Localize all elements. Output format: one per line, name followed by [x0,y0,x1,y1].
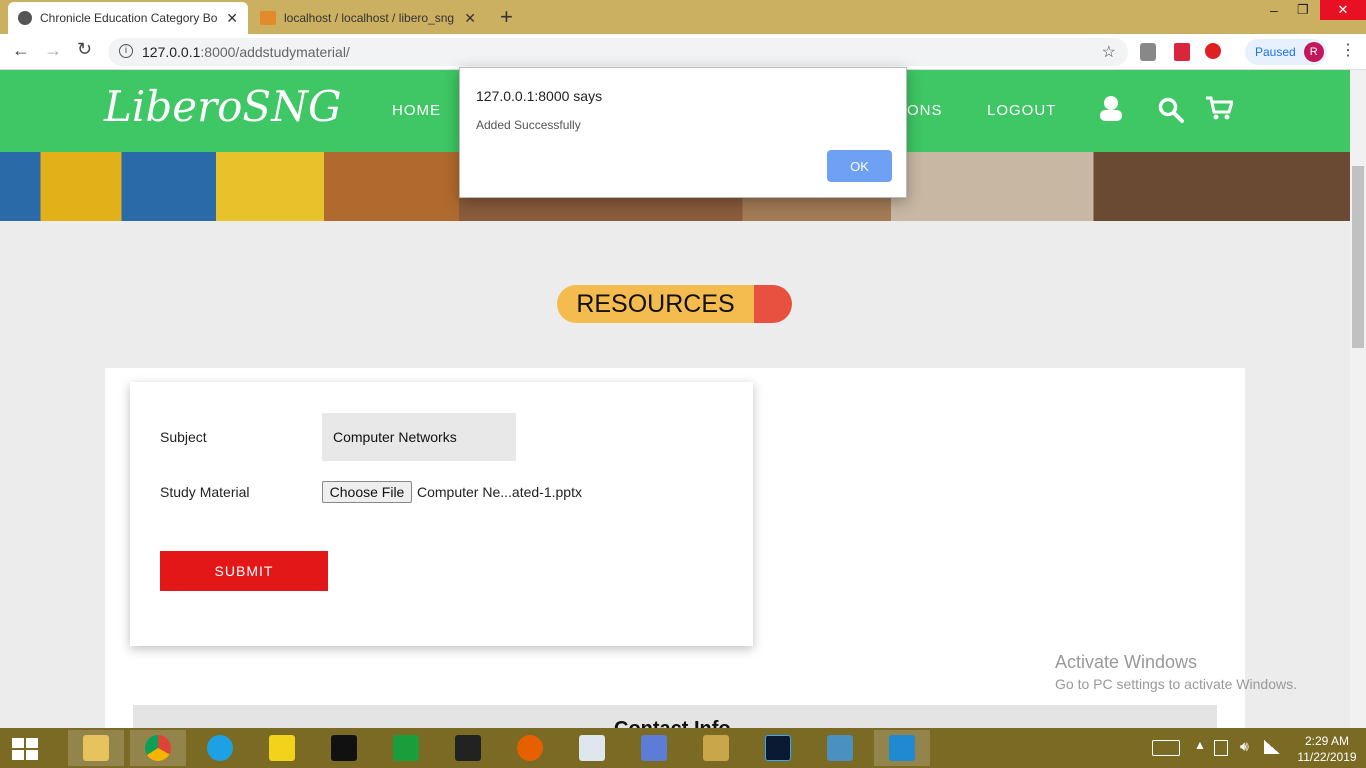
extension-icon[interactable] [1140,43,1156,61]
tab-title: localhost / localhost / libero_sng [284,11,455,25]
clock-date: 11/22/2019 [1297,750,1357,764]
ok-button[interactable]: OK [827,150,892,182]
vscode-icon [889,735,915,761]
taskbar-ie[interactable] [192,730,248,766]
app4-icon [703,735,729,761]
pma-icon [260,11,276,25]
taskbar-chrome[interactable] [130,730,186,766]
firefox-icon [517,735,543,761]
app2-icon [579,735,605,761]
study-material-label: Study Material [160,484,250,500]
photos-icon [827,735,853,761]
store-icon [393,735,419,761]
tab-phpmyadmin[interactable]: localhost / localhost / libero_sng ✕ [250,2,486,34]
minimize-button[interactable]: – [1270,2,1278,18]
selected-file-name: Computer Ne...ated-1.pptx [417,484,582,500]
pdf-extension-icon[interactable] [1174,43,1190,61]
pdf-tool-icon[interactable] [1205,43,1221,59]
new-tab-button[interactable]: + [500,4,513,30]
dialog-message: Added Successfully [476,118,581,132]
taskbar-photoshop[interactable] [750,730,806,766]
nav-logout[interactable]: LOGOUT [987,102,1056,119]
dialog-title: 127.0.0.1:8000 says [476,88,603,104]
url-path: :8000/addstudymaterial/ [200,44,350,60]
forward-icon[interactable]: → [44,40,62,61]
system-clock[interactable]: 2:29 AM 11/22/2019 [1292,733,1362,765]
battery-icon[interactable] [1214,740,1228,756]
close-window-button[interactable]: ✕ [1320,0,1366,20]
pill-accent [754,285,792,323]
section-title: RESOURCES [557,285,754,323]
address-bar[interactable]: i 127.0.0.1:8000/addstudymaterial/ ☆ [108,38,1128,66]
activate-windows-title: Activate Windows [1055,652,1198,672]
choose-file-button[interactable]: Choose File [322,481,412,503]
ie-icon [207,735,233,761]
taskbar-nfs[interactable] [440,730,496,766]
browser-tab-bar: Chronicle Education Category Bo ✕ localh… [0,0,1366,34]
tab-title: Chronicle Education Category Bo [40,11,218,25]
submit-button[interactable]: SUBMIT [160,551,328,591]
globe-icon [18,11,32,25]
browser-toolbar: ← → ↻ i 127.0.0.1:8000/addstudymaterial/… [0,34,1366,70]
taskbar-vscode[interactable] [874,730,930,766]
user-icon[interactable] [1099,95,1123,121]
taskbar-app[interactable] [254,730,310,766]
bookmark-star-icon[interactable]: ☆ [1102,42,1116,62]
nav-home[interactable]: HOME [392,102,441,119]
scrollbar-thumb[interactable] [1352,166,1364,348]
tray-chevron-icon[interactable]: ▲ [1194,738,1206,752]
contact-title: Contact Info [614,718,731,728]
search-icon[interactable] [1158,97,1184,123]
cart-icon[interactable] [1205,96,1233,120]
nav-partial-item[interactable]: ONS [907,102,943,119]
network-icon[interactable] [1264,740,1280,754]
cmd-icon [331,735,357,761]
chrome-icon [145,735,171,761]
nfs-icon [455,735,481,761]
activate-windows-subtitle: Go to PC settings to activate Windows. [1055,676,1297,692]
subject-select[interactable]: Computer Networks [322,413,516,461]
reload-icon[interactable]: ↻ [77,39,92,60]
windows-start-icon[interactable] [12,738,38,760]
photoshop-icon [765,735,791,761]
keyboard-icon[interactable] [1152,740,1180,756]
file-explorer-icon [83,735,109,761]
taskbar-app4[interactable] [688,730,744,766]
taskbar-firefox[interactable] [502,730,558,766]
tab-chronicle[interactable]: Chronicle Education Category Bo ✕ [8,2,248,34]
profile-status: Paused [1255,45,1296,59]
taskbar-file-explorer[interactable] [68,730,124,766]
subject-label: Subject [160,429,207,445]
menu-icon[interactable]: ⋮ [1340,40,1356,60]
taskbar-app3[interactable] [626,730,682,766]
taskbar-store[interactable] [378,730,434,766]
site-logo[interactable]: LiberoSNG [104,82,342,131]
clock-time: 2:29 AM [1304,734,1350,748]
alert-dialog: 127.0.0.1:8000 says Added Successfully O… [459,67,907,198]
restore-button[interactable]: ❐ [1297,2,1309,18]
taskbar-app2[interactable] [564,730,620,766]
volume-icon[interactable]: 🔊︎ [1240,738,1249,755]
windows-taskbar: ▲ 🔊︎ 2:29 AM 11/22/2019 [0,728,1366,768]
avatar: R [1303,42,1324,62]
close-tab-icon[interactable]: ✕ [226,10,238,27]
close-tab-icon[interactable]: ✕ [464,10,476,27]
app-icon [269,735,295,761]
taskbar-photos[interactable] [812,730,868,766]
section-title-pill: RESOURCES [557,285,792,323]
taskbar-cmd[interactable] [316,730,372,766]
profile-button[interactable]: Paused R [1245,39,1327,65]
url-host: 127.0.0.1 [142,44,201,60]
app3-icon [641,735,667,761]
info-icon[interactable]: i [119,44,133,58]
back-icon[interactable]: ← [12,40,30,61]
